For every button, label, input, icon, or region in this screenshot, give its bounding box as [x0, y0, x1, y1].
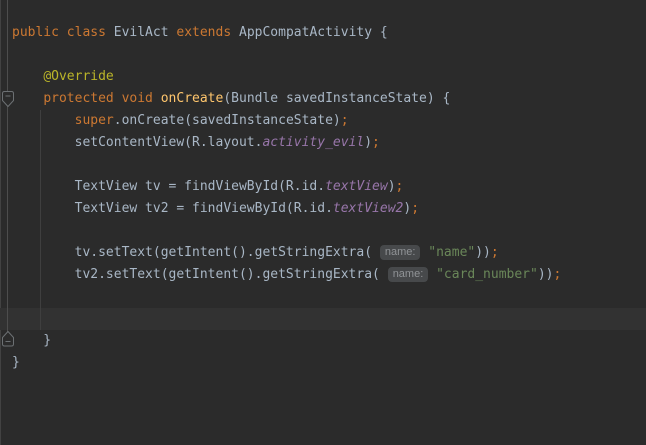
code-line[interactable]: setContentView(R.layout.activity_evil);	[12, 132, 561, 154]
code-token: ;	[372, 135, 380, 150]
code-editor[interactable]: public class EvilAct extends AppCompatAc…	[0, 0, 646, 445]
parameter-name-hint-pill[interactable]: name:	[388, 267, 429, 282]
code-line[interactable]	[12, 154, 561, 176]
code-token: ;	[396, 179, 404, 194]
code-token: "name"	[428, 245, 475, 260]
code-token: )	[364, 135, 372, 150]
code-token: TextView tv2 = findViewById(R.id.	[12, 201, 333, 216]
code-token	[12, 91, 43, 106]
code-line[interactable]	[12, 308, 561, 330]
parameter-name-hint-pill[interactable]: name:	[380, 245, 421, 260]
code-line[interactable]: protected void onCreate(Bundle savedInst…	[12, 88, 561, 110]
code-token: protected void	[43, 91, 160, 106]
code-token: tv2.setText(getIntent().getStringExtra(	[12, 267, 388, 282]
code-token	[12, 69, 43, 84]
code-token: ;	[491, 245, 499, 260]
code-line[interactable]: }	[12, 352, 561, 374]
fold-guide-line	[7, 0, 8, 332]
editor-left-edge	[0, 0, 1, 445]
code-token: ;	[411, 201, 419, 216]
code-token: )	[388, 179, 396, 194]
code-token	[12, 113, 75, 128]
code-token: .onCreate(savedInstanceState)	[114, 113, 341, 128]
code-token: (Bundle savedInstanceState) {	[223, 91, 450, 106]
code-line[interactable]: TextView tv2 = findViewById(R.id.textVie…	[12, 198, 561, 220]
code-token: setContentView(R.layout.	[12, 135, 262, 150]
code-line[interactable]: public class EvilAct extends AppCompatAc…	[12, 22, 561, 44]
code-token: public class	[12, 25, 114, 40]
code-line[interactable]: }	[12, 330, 561, 352]
code-token: activity_evil	[262, 135, 364, 150]
code-token: ))	[538, 267, 554, 282]
code-token: onCreate	[161, 91, 224, 106]
code-line[interactable]: tv2.setText(getIntent().getStringExtra( …	[12, 264, 561, 286]
code-token	[428, 267, 436, 282]
code-token: extends	[176, 25, 239, 40]
code-token: textView	[325, 179, 388, 194]
code-area[interactable]: public class EvilAct extends AppCompatAc…	[12, 22, 561, 374]
code-token: @Override	[43, 69, 113, 84]
code-line[interactable]: TextView tv = findViewById(R.id.textView…	[12, 176, 561, 198]
code-token: }	[12, 355, 20, 370]
code-line[interactable]	[12, 220, 561, 242]
code-token: textView2	[333, 201, 403, 216]
code-token: )	[403, 201, 411, 216]
code-token: ;	[341, 113, 349, 128]
code-token: "card_number"	[436, 267, 538, 282]
code-token: }	[12, 333, 51, 348]
code-token: AppCompatActivity {	[239, 25, 388, 40]
code-line[interactable]: super.onCreate(savedInstanceState);	[12, 110, 561, 132]
code-line[interactable]	[12, 286, 561, 308]
code-line[interactable]: tv.setText(getIntent().getStringExtra( n…	[12, 242, 561, 264]
code-token: super	[75, 113, 114, 128]
code-token: EvilAct	[114, 25, 177, 40]
code-token: TextView tv = findViewById(R.id.	[12, 179, 325, 194]
code-token: ;	[554, 267, 562, 282]
code-line[interactable]: @Override	[12, 66, 561, 88]
code-line[interactable]	[12, 44, 561, 66]
code-token: tv.setText(getIntent().getStringExtra(	[12, 245, 380, 260]
code-token: ))	[475, 245, 491, 260]
